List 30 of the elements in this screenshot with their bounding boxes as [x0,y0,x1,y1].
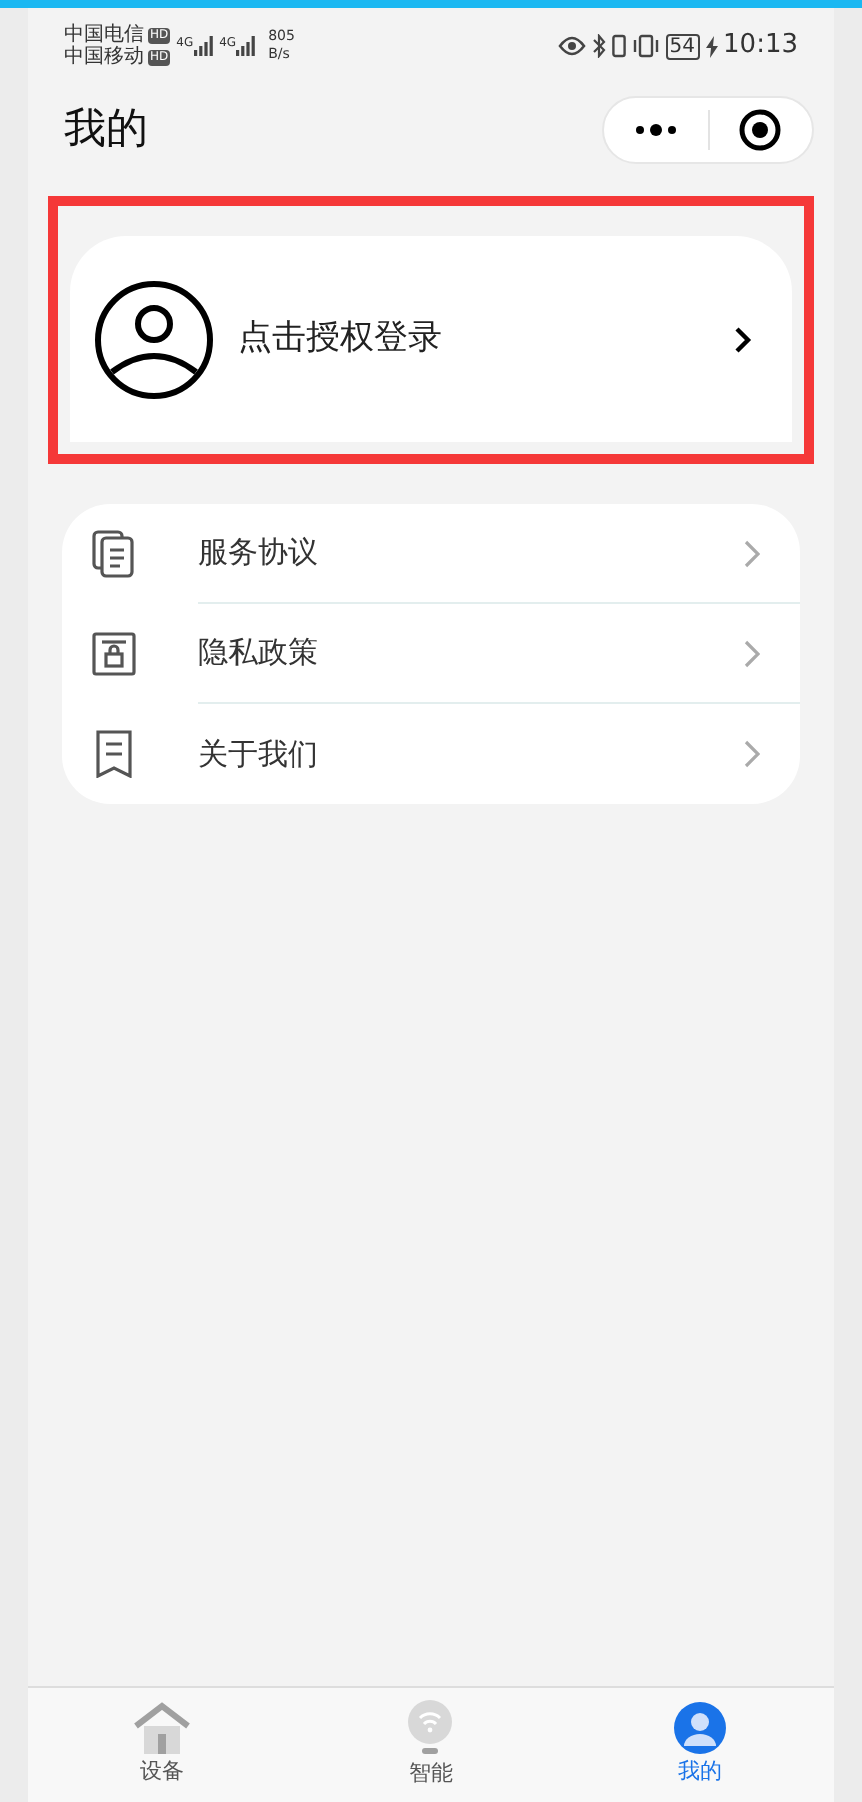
signal-icon [236,36,257,56]
login-card[interactable]: 点击授权登录 [70,236,792,442]
chevron-icon [734,325,752,353]
smart-bulb-icon [406,1699,455,1756]
bluetooth-icon [591,34,606,58]
avatar-icon [94,279,214,399]
page-title: 我的 [64,102,148,157]
battery-level: 54 [665,33,700,59]
eye-icon [557,36,586,56]
carrier-name: 中国移动 [64,46,144,68]
documents-icon [92,530,136,578]
vibrate-icon [631,34,660,58]
menu-item[interactable]: 隐私政策 [62,604,800,704]
menu-item[interactable]: 关于我们 [62,704,800,804]
chevron-icon [744,740,760,768]
clock-time: 10:13 [723,28,798,65]
menu-item[interactable]: 服务协议 [62,504,800,604]
bookmark-note-icon [94,730,134,778]
lock-document-icon [92,632,136,676]
phone-icon [611,34,626,58]
chevron-icon [744,539,760,567]
chevron-icon [744,639,760,667]
tab[interactable]: 我的 [565,1688,834,1802]
user-icon [673,1701,726,1754]
signal-icon [193,36,214,56]
carrier-name: 中国电信 [64,24,144,46]
charging-icon [705,35,718,57]
home-icon [132,1701,193,1754]
tab[interactable]: 设备 [28,1688,297,1802]
tab[interactable]: 智能 [296,1688,566,1802]
